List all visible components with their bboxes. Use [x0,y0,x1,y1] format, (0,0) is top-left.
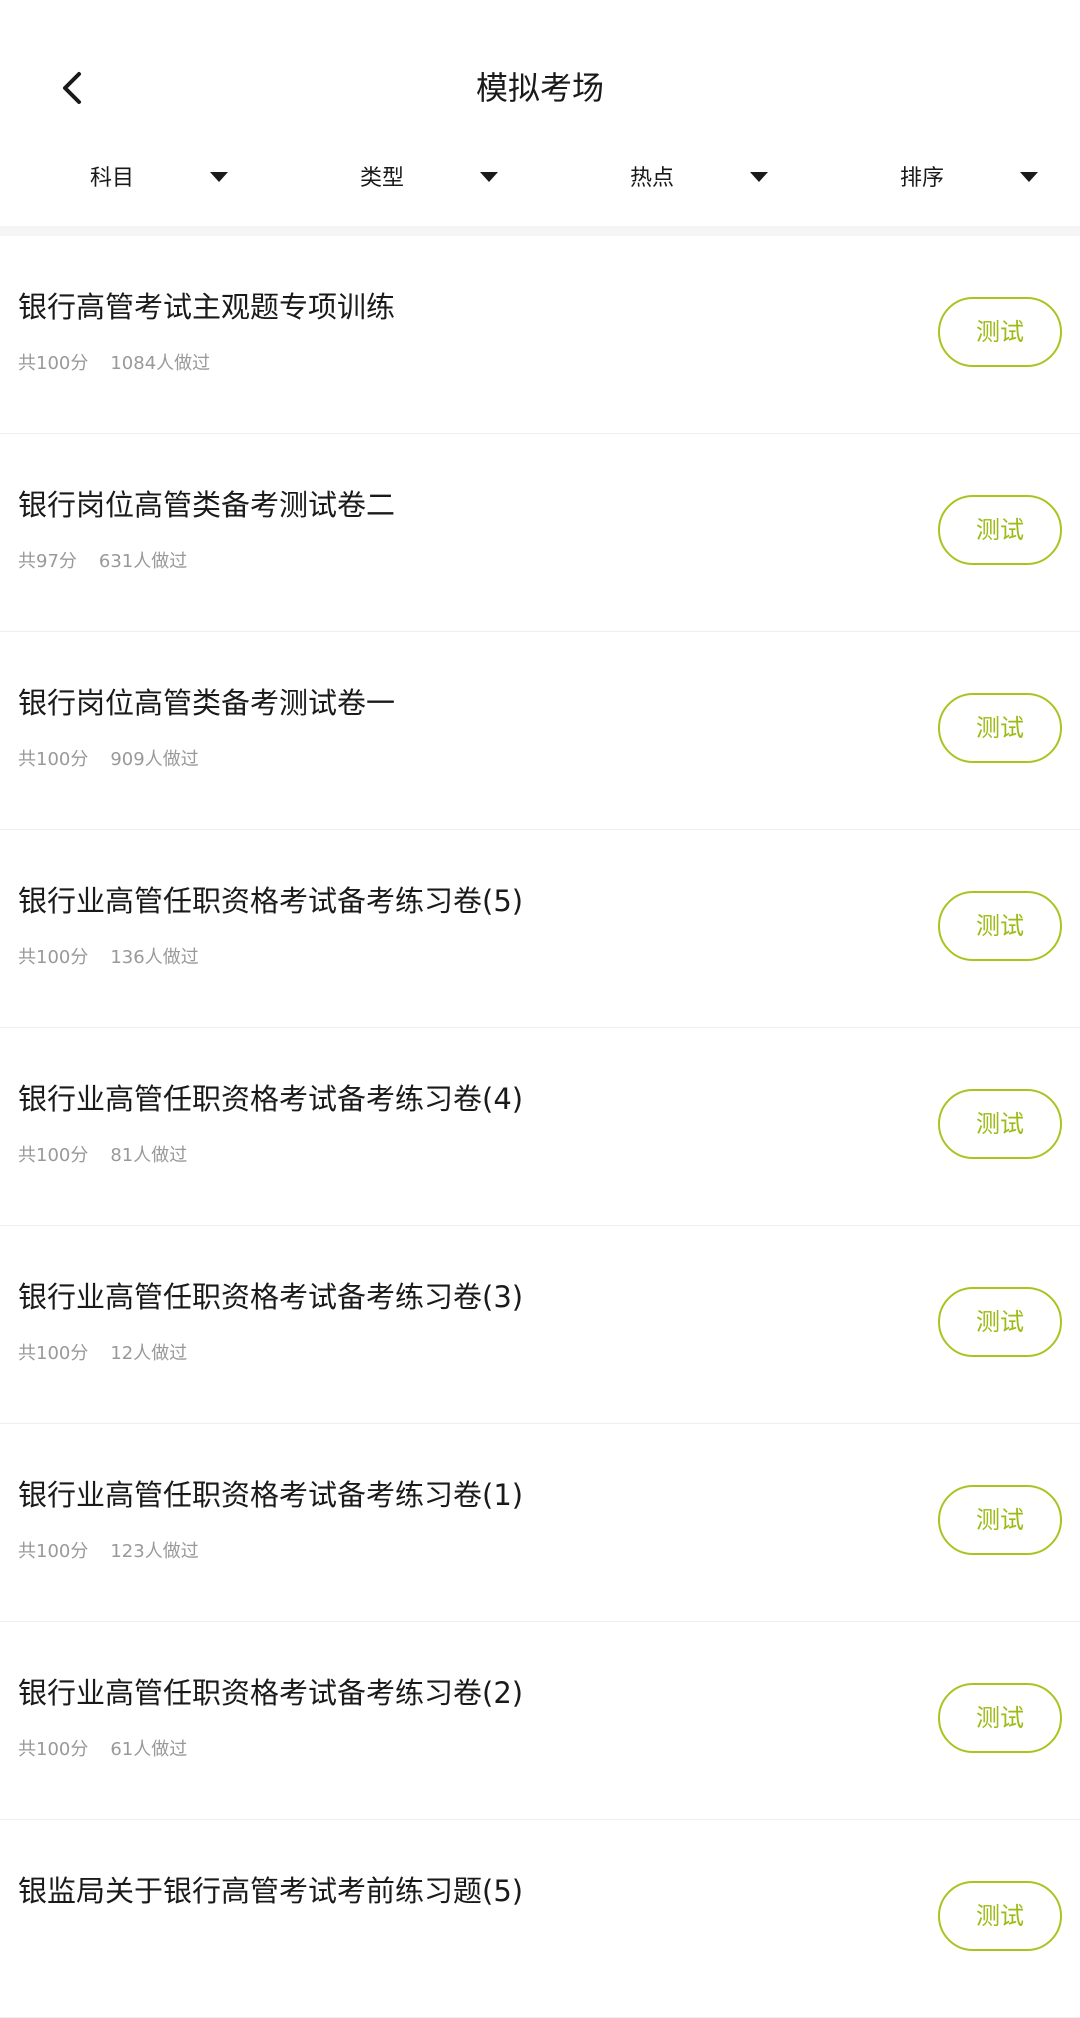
list-item[interactable]: 银行业高管任职资格考试备考练习卷(5) 共100分 136人做过 测试 [0,830,1080,1028]
exam-meta: 共100分 81人做过 [18,1144,187,1168]
exam-title: 银行业高管任职资格考试备考练习卷(1) [18,1478,524,1512]
exam-meta: 共97分 631人做过 [18,550,187,574]
filter-sort-label: 排序 [899,166,944,191]
list-item[interactable]: 银监局关于银行高管考试考前练习题(5) 测试 [0,1820,1080,2018]
page-title: 模拟考场 [475,69,604,107]
exam-meta: 共100分 1084人做过 [18,352,210,376]
list-item[interactable]: 银行业高管任职资格考试备考练习卷(1) 共100分 123人做过 测试 [0,1424,1080,1622]
exam-title: 银行业高管任职资格考试备考练习卷(5) [18,884,524,918]
exam-done-count: 631人做过 [98,551,188,572]
exam-done-count: 909人做过 [110,749,199,770]
exam-title: 银行岗位高管类备考测试卷二 [18,488,396,522]
exam-title: 银监局关于银行高管考试考前练习题(5) [18,1874,524,1908]
test-button[interactable]: 测试 [938,1089,1062,1159]
exam-score: 共100分 [18,1145,89,1166]
exam-score: 共100分 [18,947,89,968]
section-divider [0,226,1080,236]
exam-title: 银行岗位高管类备考测试卷一 [18,686,396,720]
exam-score: 共100分 [18,353,89,374]
exam-meta: 共100分 12人做过 [18,1342,187,1366]
exam-done-count: 123人做过 [110,1541,199,1562]
caret-down-icon [1020,172,1038,182]
filter-subject[interactable]: 科目 [0,150,270,226]
exam-done-count: 1084人做过 [110,353,211,374]
exam-title: 银行业高管任职资格考试备考练习卷(2) [18,1676,524,1710]
caret-down-icon [750,172,768,182]
exam-score: 共97分 [18,551,77,572]
filter-hot[interactable]: 热点 [540,150,810,226]
exam-list: 银行高管考试主观题专项训练 共100分 1084人做过 测试 银行岗位高管类备考测… [0,236,1080,2018]
exam-meta: 共100分 909人做过 [18,748,199,772]
exam-done-count: 136人做过 [110,947,199,968]
exam-score: 共100分 [18,1343,89,1364]
exam-done-count: 81人做过 [110,1145,188,1166]
exam-meta: 共100分 61人做过 [18,1738,187,1762]
exam-title: 银行业高管任职资格考试备考练习卷(3) [18,1280,524,1314]
filter-subject-label: 科目 [89,166,134,191]
list-item[interactable]: 银行业高管任职资格考试备考练习卷(2) 共100分 61人做过 测试 [0,1622,1080,1820]
exam-title: 银行高管考试主观题专项训练 [18,290,396,324]
app-header: 模拟考场 [0,0,1080,140]
exam-score: 共100分 [18,1541,89,1562]
test-button[interactable]: 测试 [938,1485,1062,1555]
test-button[interactable]: 测试 [938,891,1062,961]
caret-down-icon [480,172,498,182]
list-item[interactable]: 银行业高管任职资格考试备考练习卷(3) 共100分 12人做过 测试 [0,1226,1080,1424]
list-item[interactable]: 银行业高管任职资格考试备考练习卷(4) 共100分 81人做过 测试 [0,1028,1080,1226]
exam-title: 银行业高管任职资格考试备考练习卷(4) [18,1082,524,1116]
filter-type-label: 类型 [359,166,404,191]
exam-score: 共100分 [18,749,89,770]
exam-done-count: 61人做过 [110,1739,188,1760]
exam-meta: 共100分 123人做过 [18,1540,199,1564]
test-button[interactable]: 测试 [938,1287,1062,1357]
filter-hot-label: 热点 [629,166,674,191]
exam-done-count: 12人做过 [110,1343,188,1364]
filter-sort[interactable]: 排序 [810,150,1080,226]
list-item[interactable]: 银行岗位高管类备考测试卷二 共97分 631人做过 测试 [0,434,1080,632]
filter-type[interactable]: 类型 [270,150,540,226]
test-button[interactable]: 测试 [938,495,1062,565]
caret-down-icon [210,172,228,182]
test-button[interactable]: 测试 [938,1683,1062,1753]
filter-bar: 科目 类型 热点 排序 [0,150,1080,226]
exam-meta: 共100分 136人做过 [18,946,199,970]
test-button[interactable]: 测试 [938,1881,1062,1951]
list-item[interactable]: 银行岗位高管类备考测试卷一 共100分 909人做过 测试 [0,632,1080,830]
list-item[interactable]: 银行高管考试主观题专项训练 共100分 1084人做过 测试 [0,236,1080,434]
test-button[interactable]: 测试 [938,693,1062,763]
exam-meta [18,1936,40,1960]
test-button[interactable]: 测试 [938,297,1062,367]
exam-score: 共100分 [18,1739,89,1760]
